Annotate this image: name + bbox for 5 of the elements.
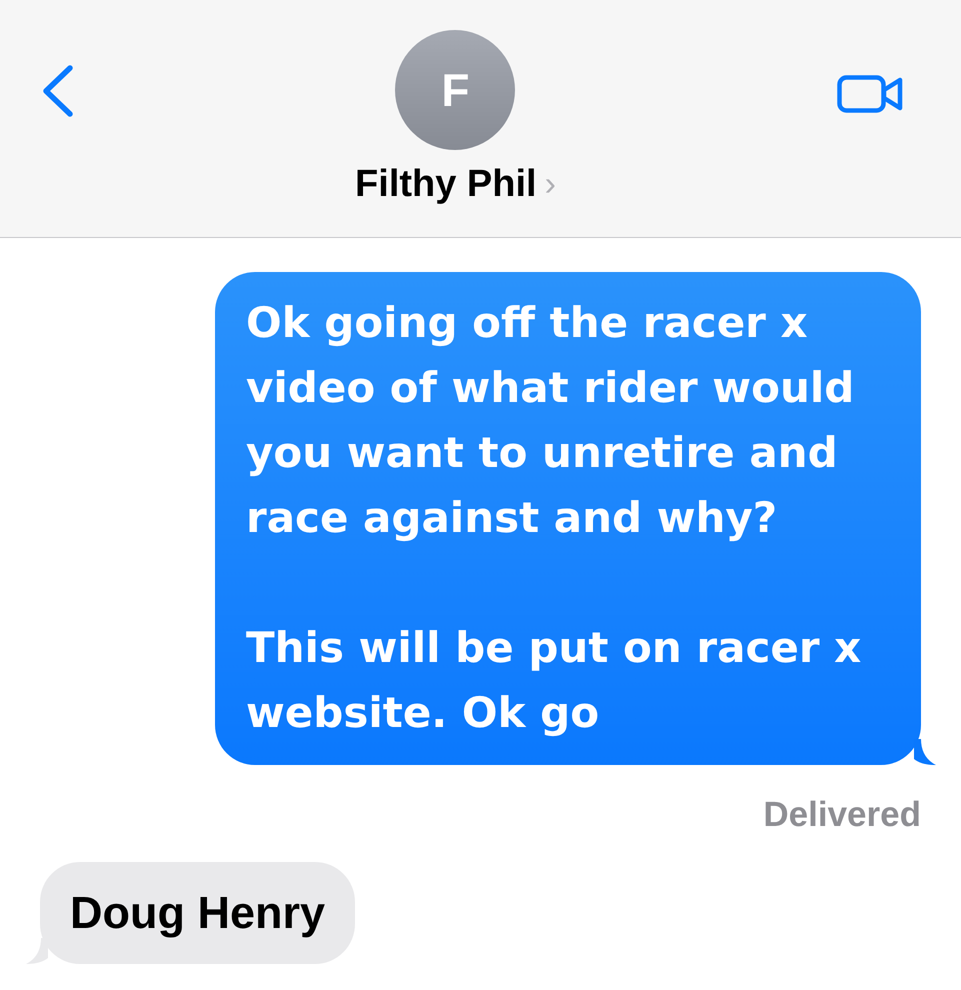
video-camera-icon[interactable] [836,75,903,113]
bubble-tail [914,739,936,765]
chevron-icon: › [544,159,556,210]
contact-name[interactable]: Filthy Phil [355,156,537,213]
delivery-status: Delivered [763,794,921,836]
